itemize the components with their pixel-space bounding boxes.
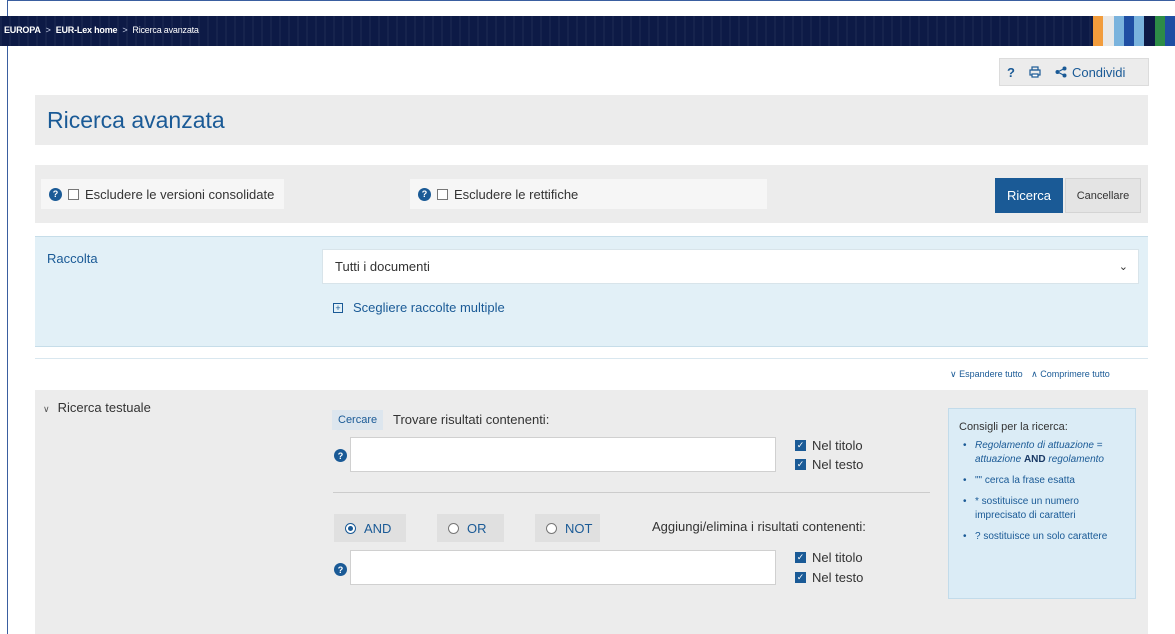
additional-text-input[interactable] [350,550,776,585]
in-text-label: Nel testo [812,570,864,585]
collection-label: Raccolta [47,251,98,266]
search-button[interactable]: Ricerca [995,178,1063,213]
tip-item: * sostituisce un numero imprecisato di c… [959,495,1125,523]
checkmark-icon: ✓ [795,459,806,470]
in-title-label: Nel titolo [812,550,863,565]
search-text-input[interactable] [350,437,776,472]
expand-plus-icon: + [333,302,343,313]
exclude-consolidated-checkbox[interactable] [68,188,79,200]
share-label: Condividi [1071,64,1126,80]
tip-item: "" cerca la frase esatta [959,474,1125,488]
multiple-collections-label: Scegliere raccolte multiple [353,300,505,315]
exclude-corrigenda-checkbox[interactable] [437,188,448,200]
tip-item: ? sostituisce un solo carattere [959,530,1125,544]
collection-panel: Raccolta Tutti i documenti ⌄ + Scegliere… [35,236,1148,347]
help-icon[interactable]: ? [418,187,431,201]
radio-unselected [448,522,459,534]
checkmark-icon: ✓ [795,440,806,451]
checkmark-icon: ✓ [795,552,806,563]
search-tag: Cercare [332,410,384,430]
breadcrumb-current: Ricerca avanzata [132,25,199,35]
in-text-option[interactable]: ✓ Nel testo [795,457,863,472]
breadcrumb-europa[interactable]: EUROPA [4,25,41,35]
operator-and[interactable]: AND [334,514,406,542]
operator-or-label: OR [467,520,487,536]
text-search-label: Ricerca testuale [57,400,151,415]
print-icon [1029,66,1041,78]
page-tools: ? Condividi [999,58,1149,86]
share-button[interactable]: Condividi [1048,65,1132,80]
collection-selected-value: Tutti i documenti [335,259,430,274]
share-icon [1055,66,1067,78]
page-title-box: Ricerca avanzata [35,95,1148,145]
eu-color-stripes [1093,16,1175,46]
section-divider [35,358,1148,359]
in-title-option-2[interactable]: ✓ Nel titolo [795,550,863,565]
exclude-corrigenda-label: Escludere le rettifiche [454,186,579,202]
expand-collapse-controls: ∨ Espandere tutto ∧ Comprimere tutto [950,369,1110,380]
text-search-section-header[interactable]: ∨ Ricerca testuale [35,390,318,634]
text-search-form: Cercare Trovare risultati contenenti: ? … [318,390,938,634]
exclude-corrigenda-option: ? Escludere le rettifiche [410,179,767,209]
add-remove-label: Aggiungi/elimina i risultati contenenti: [652,519,866,534]
exclude-consolidated-label: Escludere le versioni consolidate [85,186,275,202]
search-options-row: ? Escludere le versioni consolidate ? Es… [35,165,1148,223]
breadcrumb: EUROPA > EUR-Lex home > Ricerca avanzata [4,25,199,35]
operator-and-label: AND [364,520,392,536]
help-icon[interactable]: ? [334,563,347,576]
search-tips-column: Consigli per la ricerca: Regolamento di … [938,390,1148,634]
help-icon[interactable]: ? [49,187,62,201]
radio-selected [345,522,356,534]
collapse-all-link[interactable]: ∧ Comprimere tutto [1031,369,1110,379]
chevron-down-icon: ∨ [43,404,50,414]
operator-not-label: NOT [565,520,593,536]
breadcrumb-eurlex-home[interactable]: EUR-Lex home [56,25,118,35]
in-title-label: Nel titolo [812,438,863,453]
collection-select[interactable]: Tutti i documenti ⌄ [322,249,1139,284]
chevron-down-icon: ⌄ [1118,261,1128,273]
expand-all-link[interactable]: ∨ Espandere tutto [950,369,1023,379]
clear-button[interactable]: Cancellare [1065,178,1141,213]
form-divider [333,492,930,493]
in-text-option-2[interactable]: ✓ Nel testo [795,570,863,585]
find-results-label: Trovare risultati contenenti: [393,412,550,427]
print-button[interactable] [1022,66,1048,78]
tip-item: Regolamento di attuazione = attuazione A… [959,439,1125,467]
tips-heading: Consigli per la ricerca: [959,421,1068,433]
operator-or[interactable]: OR [437,514,504,542]
page-title: Ricerca avanzata [47,107,225,133]
help-button[interactable]: ? [1000,65,1022,80]
exclude-consolidated-option: ? Escludere le versioni consolidate [41,179,284,209]
in-text-label: Nel testo [812,457,864,472]
search-tips-box: Consigli per la ricerca: Regolamento di … [948,408,1136,599]
radio-unselected [546,522,557,534]
operator-not[interactable]: NOT [535,514,600,542]
top-navigation-bar: EUROPA > EUR-Lex home > Ricerca avanzata [0,16,1175,46]
multiple-collections-link[interactable]: + Scegliere raccolte multiple [333,300,505,315]
checkmark-icon: ✓ [795,572,806,583]
help-icon[interactable]: ? [334,449,347,462]
in-title-option[interactable]: ✓ Nel titolo [795,438,863,453]
